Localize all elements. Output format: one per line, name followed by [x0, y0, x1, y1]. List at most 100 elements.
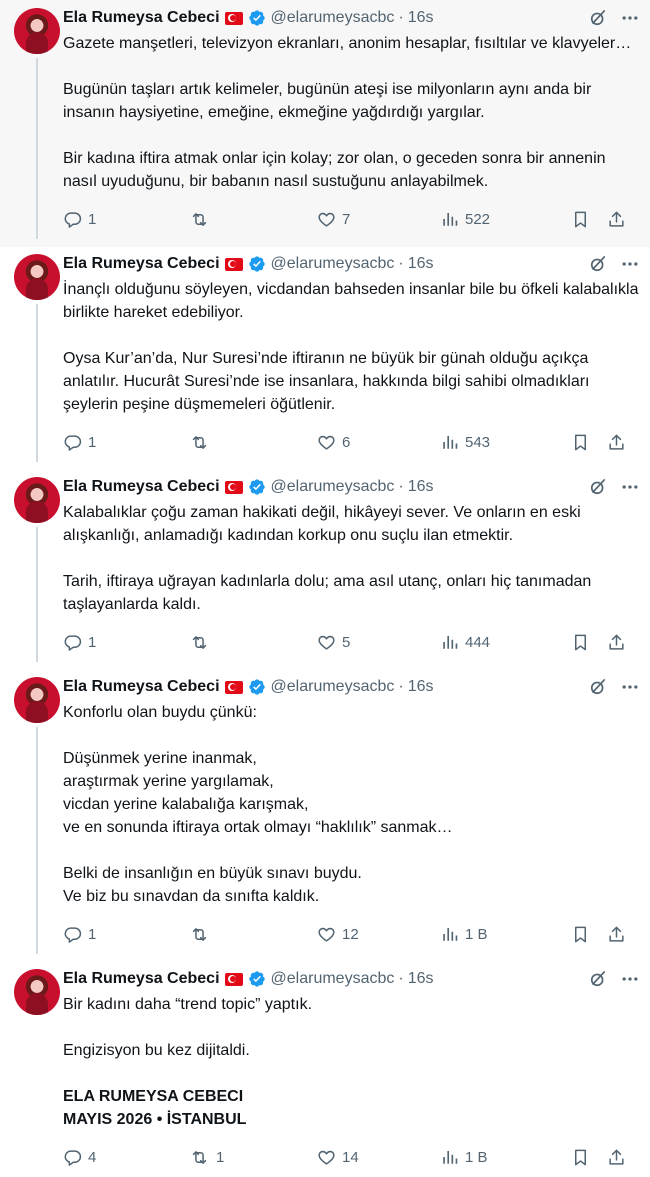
- retweet-icon: [189, 1148, 210, 1167]
- bookmark-button[interactable]: [571, 210, 607, 229]
- reply-icon: [63, 633, 82, 652]
- like-count: 14: [342, 1148, 359, 1166]
- view-count: 444: [465, 633, 491, 651]
- like-button[interactable]: 5: [317, 633, 441, 652]
- tweet-actions: 4 1 14 1 B: [63, 1137, 640, 1177]
- grok-icon[interactable]: [588, 8, 608, 28]
- author-handle[interactable]: @elarumeysacbc: [271, 9, 395, 27]
- retweet-button[interactable]: [189, 925, 317, 944]
- more-icon[interactable]: [620, 969, 640, 989]
- reply-button[interactable]: 1: [63, 210, 189, 229]
- bookmark-icon: [571, 1148, 590, 1167]
- bookmark-button[interactable]: [571, 1148, 607, 1167]
- bookmark-button[interactable]: [571, 633, 607, 652]
- bookmark-button[interactable]: [571, 925, 607, 944]
- like-button[interactable]: 14: [317, 1148, 441, 1167]
- reply-icon: [63, 1148, 82, 1167]
- share-button[interactable]: [607, 925, 631, 944]
- avatar[interactable]: [13, 254, 60, 300]
- heart-icon: [317, 1148, 336, 1167]
- author-name[interactable]: Ela Rumeysa Cebeci: [63, 255, 220, 273]
- tweet-line: Bugünün taşları artık kelimeler, bugünün…: [63, 81, 592, 121]
- timestamp[interactable]: 16s: [408, 478, 434, 496]
- view-count: 1 B: [465, 1148, 488, 1166]
- heart-icon: [317, 925, 336, 944]
- grok-icon[interactable]: [588, 477, 608, 497]
- like-button[interactable]: 12: [317, 925, 441, 944]
- verified-badge-icon: [248, 9, 266, 27]
- author-handle[interactable]: @elarumeysacbc: [271, 255, 395, 273]
- retweet-icon: [189, 210, 210, 229]
- reply-button[interactable]: 1: [63, 925, 189, 944]
- tweet[interactable]: Ela Rumeysa Cebeci @elarumeysacbc · 16s: [0, 962, 650, 1177]
- tweet-text: Gazete manşetleri, televizyon ekranları,…: [63, 31, 640, 193]
- author-handle[interactable]: @elarumeysacbc: [271, 478, 395, 496]
- reply-button[interactable]: 4: [63, 1148, 189, 1167]
- like-count: 5: [342, 633, 351, 651]
- timestamp[interactable]: 16s: [408, 9, 434, 27]
- more-icon[interactable]: [620, 8, 640, 28]
- views-button[interactable]: 543: [441, 433, 571, 451]
- share-icon: [607, 210, 626, 229]
- avatar[interactable]: [13, 677, 60, 723]
- grok-icon[interactable]: [588, 254, 608, 274]
- tweet[interactable]: Ela Rumeysa Cebeci @elarumeysacbc · 16s: [0, 0, 650, 247]
- like-count: 7: [342, 210, 351, 228]
- more-icon[interactable]: [620, 477, 640, 497]
- tweet[interactable]: Ela Rumeysa Cebeci @elarumeysacbc · 16s: [0, 247, 650, 470]
- tweet-line: Belki de insanlığın en büyük sınavı buyd…: [63, 865, 362, 882]
- bookmark-button[interactable]: [571, 433, 607, 452]
- separator: ·: [398, 9, 404, 26]
- like-count: 12: [342, 925, 359, 943]
- reply-button[interactable]: 1: [63, 633, 189, 652]
- share-button[interactable]: [607, 433, 631, 452]
- tweet[interactable]: Ela Rumeysa Cebeci @elarumeysacbc · 16s: [0, 670, 650, 962]
- author-name[interactable]: Ela Rumeysa Cebeci: [63, 478, 220, 496]
- timestamp[interactable]: 16s: [408, 678, 434, 696]
- more-icon[interactable]: [620, 677, 640, 697]
- retweet-button[interactable]: [189, 633, 317, 652]
- share-icon: [607, 633, 626, 652]
- share-button[interactable]: [607, 1148, 631, 1167]
- header-actions: [588, 969, 640, 989]
- like-button[interactable]: 6: [317, 433, 441, 452]
- share-button[interactable]: [607, 633, 631, 652]
- tweet-content: Ela Rumeysa Cebeci @elarumeysacbc · 16s: [63, 251, 650, 462]
- views-icon: [441, 1148, 459, 1166]
- tweet-line: İnançlı olduğunu söyleyen, vicdandan bah…: [63, 281, 639, 321]
- grok-icon[interactable]: [588, 677, 608, 697]
- retweet-button[interactable]: [189, 210, 317, 229]
- views-button[interactable]: 522: [441, 210, 571, 228]
- author-handle[interactable]: @elarumeysacbc: [271, 970, 395, 988]
- tweet[interactable]: Ela Rumeysa Cebeci @elarumeysacbc · 16s: [0, 470, 650, 670]
- more-icon[interactable]: [620, 254, 640, 274]
- author-name[interactable]: Ela Rumeysa Cebeci: [63, 678, 220, 696]
- retweet-button[interactable]: 1: [189, 1148, 317, 1167]
- separator: ·: [398, 255, 404, 272]
- view-count: 1 B: [465, 925, 488, 943]
- author-handle[interactable]: @elarumeysacbc: [271, 678, 395, 696]
- avatar[interactable]: [13, 8, 60, 54]
- tweet-line: vicdan yerine kalabalığa karışmak,: [63, 796, 309, 813]
- thread-line: [35, 304, 38, 462]
- share-button[interactable]: [607, 210, 631, 229]
- avatar[interactable]: [13, 477, 60, 523]
- like-button[interactable]: 7: [317, 210, 441, 229]
- views-button[interactable]: 1 B: [441, 925, 571, 943]
- tweet-header: Ela Rumeysa Cebeci @elarumeysacbc · 16s: [63, 674, 640, 700]
- avatar[interactable]: [13, 969, 60, 1015]
- views-button[interactable]: 444: [441, 633, 571, 651]
- timestamp[interactable]: 16s: [408, 255, 434, 273]
- grok-icon[interactable]: [588, 969, 608, 989]
- reply-button[interactable]: 1: [63, 433, 189, 452]
- tweet-content: Ela Rumeysa Cebeci @elarumeysacbc · 16s: [63, 474, 650, 662]
- retweet-button[interactable]: [189, 433, 317, 452]
- author-name[interactable]: Ela Rumeysa Cebeci: [63, 970, 220, 988]
- views-button[interactable]: 1 B: [441, 1148, 571, 1166]
- heart-icon: [317, 210, 336, 229]
- author-name[interactable]: Ela Rumeysa Cebeci: [63, 9, 220, 27]
- timestamp[interactable]: 16s: [408, 970, 434, 988]
